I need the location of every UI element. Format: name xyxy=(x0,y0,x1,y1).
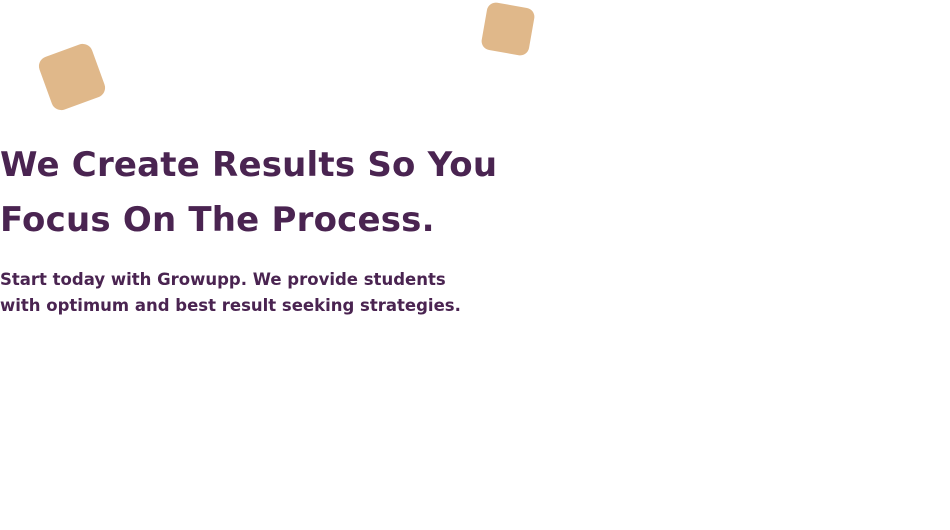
hero-subtitle: Start today with Growupp. We provide stu… xyxy=(0,267,461,319)
hero-subtitle-line-2: with optimum and best result seeking str… xyxy=(0,296,461,315)
hero-title-line-1: We Create Results So You xyxy=(0,145,498,185)
decorative-square-left xyxy=(36,41,108,113)
decorative-square-top xyxy=(480,1,536,57)
hero-title: We Create Results So You Focus On The Pr… xyxy=(0,138,497,248)
hero-title-line-2: Focus On The Process. xyxy=(0,200,435,240)
hero-subtitle-line-1: Start today with Growupp. We provide stu… xyxy=(0,270,446,289)
